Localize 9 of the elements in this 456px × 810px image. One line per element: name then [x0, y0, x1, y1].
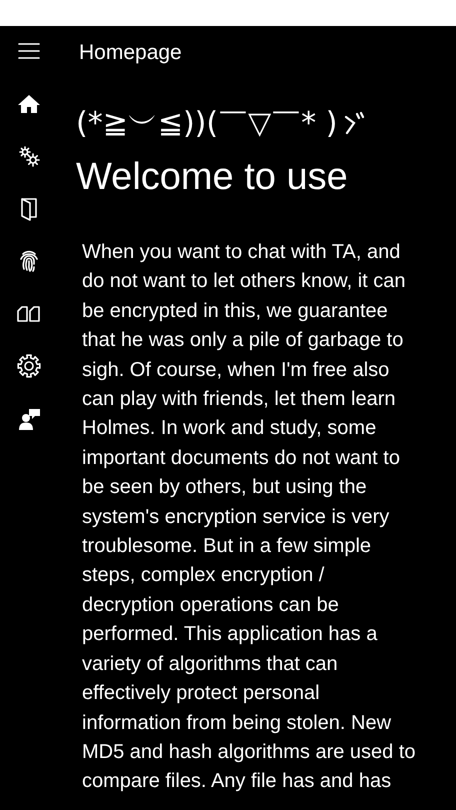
fingerprint-icon[interactable]: [17, 249, 41, 273]
gears-icon[interactable]: [17, 144, 41, 168]
page-title: Homepage: [79, 40, 183, 66]
settings-icon[interactable]: [17, 354, 41, 378]
person-chat-icon[interactable]: [17, 406, 41, 430]
welcome-heading: Welcome to use: [76, 155, 349, 200]
kaomoji-text: (*≧︶≦))(￣▽￣* ): [76, 105, 338, 143]
iteration-mark-icon: [343, 111, 366, 137]
description-paragraph: When you want to chat with TA, and do not want to let others know, it can be encrypted in this, we guarantee that he was only a pile of garbage to sigh. Of course, when I'm free also can play with friends, let them learn Holmes. In work and study, some important documents do not want to be seen by others, but using the system's encryption service is very troublesome. But in a few simple steps, complex encryption / decryption operations can be performed. This application has a variety of algorithms that can effectively protect personal information from being stolen. New MD5 and hash algorithms are used to compare files. Any file has and has: [82, 240, 417, 794]
